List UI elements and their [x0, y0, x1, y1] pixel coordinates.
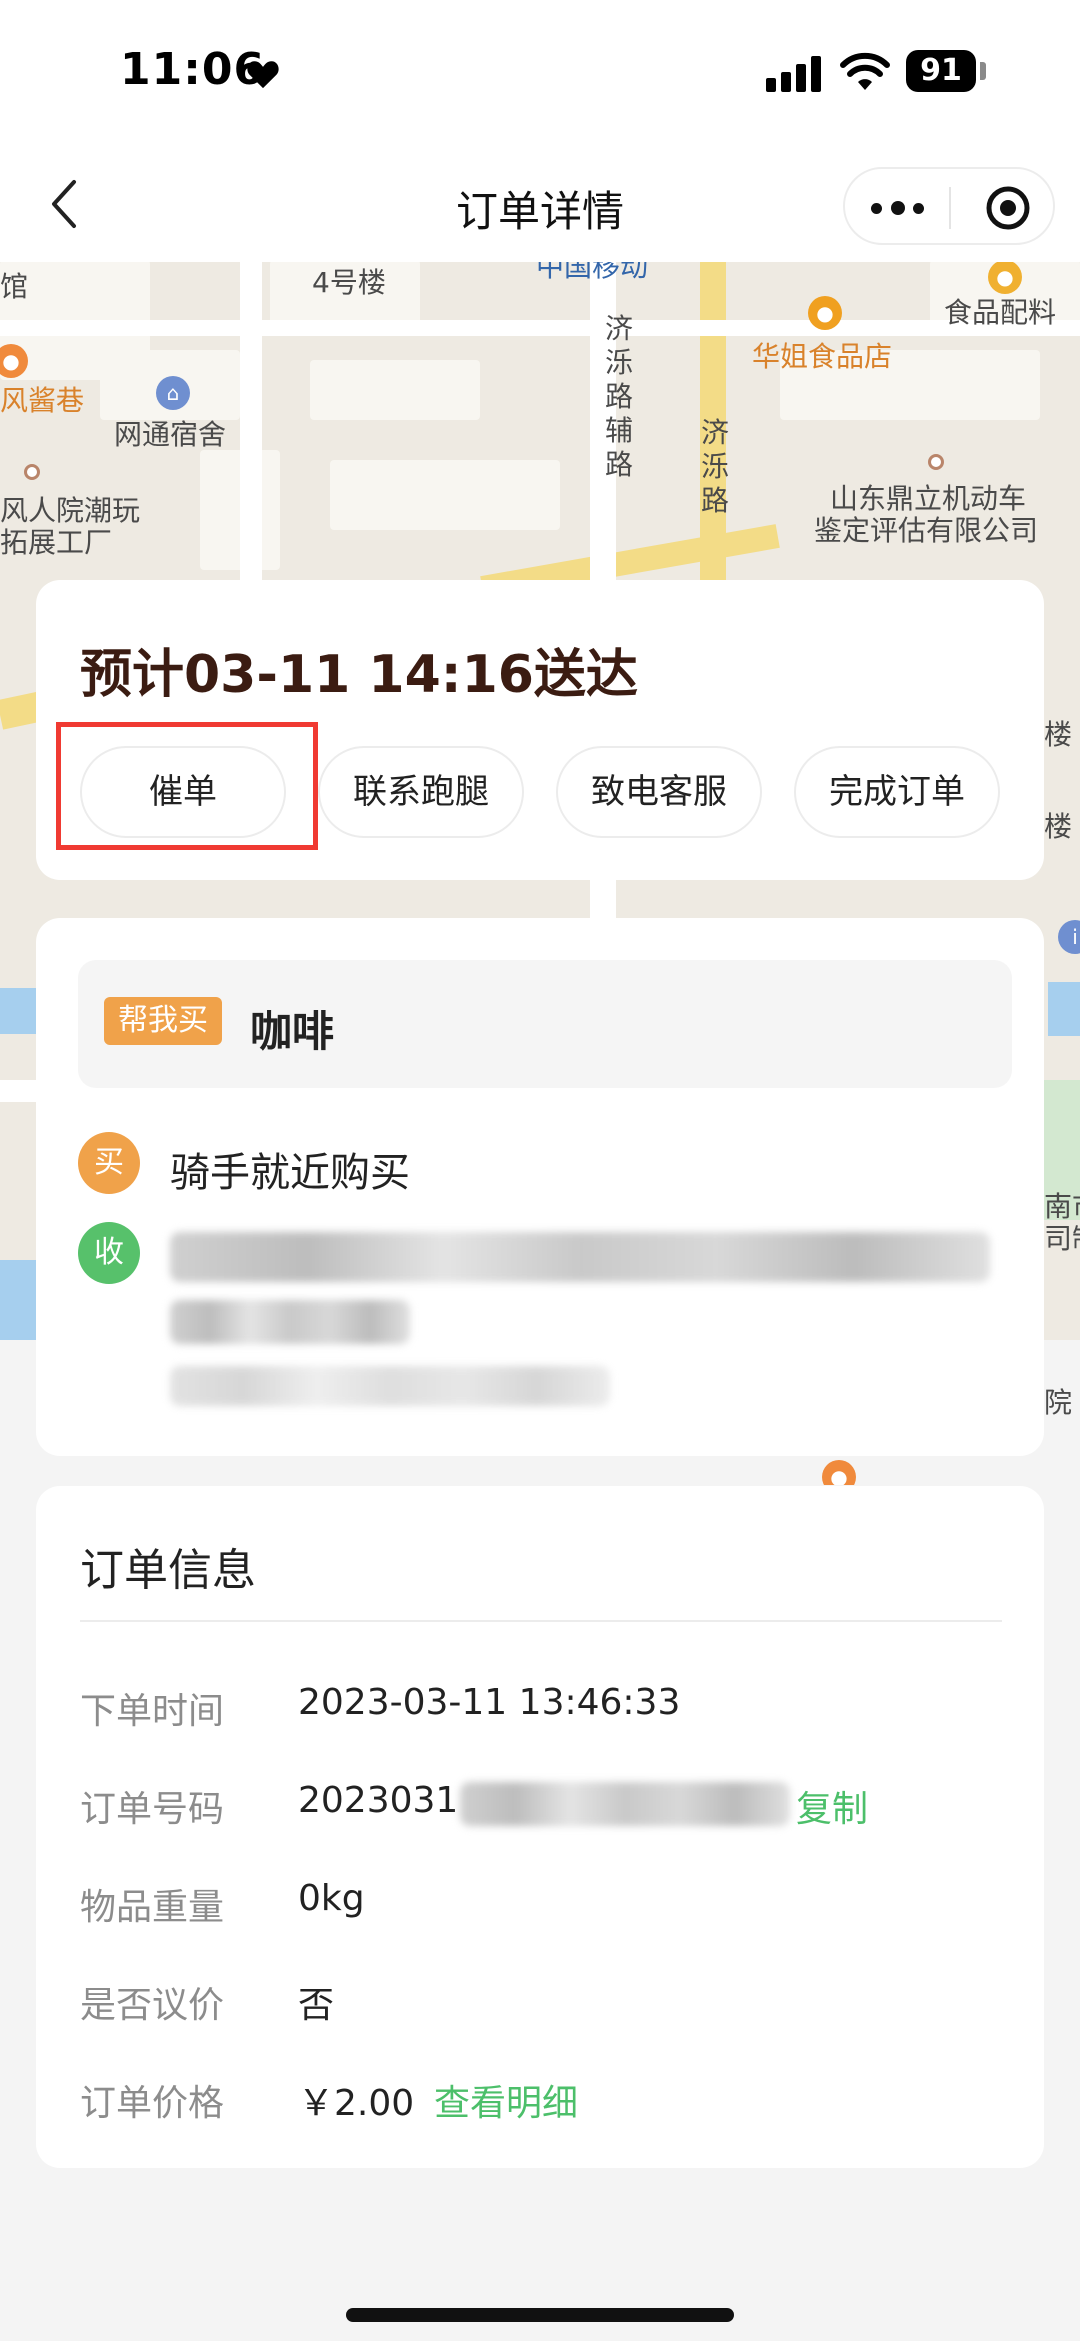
map-label: 食品配料 [944, 296, 1057, 329]
home-indicator[interactable] [346, 2308, 734, 2322]
eta-text: 预计03-11 14:16送达 [80, 645, 638, 705]
buy-badge-icon: 买 [78, 1132, 140, 1194]
order-time-label: 下单时间 [80, 1691, 225, 1732]
divider [80, 1620, 1002, 1622]
miniprogram-capsule [843, 167, 1055, 245]
receive-badge-icon: 收 [78, 1222, 140, 1284]
map-label: 司制 [1044, 1222, 1080, 1255]
order-info-title: 订单信息 [80, 1545, 256, 1596]
map-dot-icon [24, 464, 40, 480]
cellular-signal-icon [766, 56, 822, 92]
map-label: 济泺路 [700, 416, 729, 517]
map-label: 楼 [1044, 810, 1073, 843]
price-value: ￥2.00 [298, 2083, 415, 2124]
price-label: 订单价格 [80, 2083, 225, 2124]
order-time-value: 2023-03-11 13:46:33 [298, 1682, 681, 1723]
map-label: 网通宿舍 [114, 418, 227, 451]
map-label: 济泺路辅路 [604, 312, 633, 481]
goods-name: 咖啡 [250, 1007, 335, 1056]
complete-order-button[interactable]: 完成订单 [794, 746, 1000, 838]
map-label: 华姐食品店 [752, 340, 893, 373]
map-label: 馆 [0, 270, 29, 303]
goods-summary: 帮我买 咖啡 [78, 960, 1012, 1088]
map-label: 风酱巷 [0, 384, 85, 417]
contact-runner-button[interactable]: 联系跑腿 [318, 746, 524, 838]
map-label: 鉴定评估有限公司 [814, 514, 1039, 547]
shop-poi-icon: ● [988, 260, 1022, 294]
more-dots-icon[interactable] [871, 197, 927, 219]
map-label: 楼 [1044, 718, 1073, 751]
close-target-icon[interactable] [985, 185, 1031, 231]
battery-tip [980, 62, 986, 80]
redacted-address [170, 1300, 410, 1344]
map-dot-icon [928, 454, 944, 470]
nav-bar: 订单详情 [0, 150, 1080, 262]
heart-icon [247, 61, 279, 89]
redacted-order-number [460, 1782, 790, 1826]
buy-method-text: 骑手就近购买 [170, 1150, 410, 1196]
map-label: 院 [1044, 1386, 1073, 1419]
buy-for-me-tag: 帮我买 [104, 997, 222, 1045]
status-time: 11:06 [120, 44, 266, 95]
status-bar: 11:06 91 [0, 0, 1080, 150]
weight-label: 物品重量 [80, 1887, 225, 1928]
capsule-divider [949, 187, 951, 229]
highlight-annotation [56, 722, 318, 850]
view-price-details-link[interactable]: 查看明细 [434, 2074, 578, 2126]
negotiable-value: 否 [298, 1985, 335, 2026]
call-service-button[interactable]: 致电客服 [556, 746, 762, 838]
dorm-poi-icon: ⌂ [156, 376, 190, 410]
map-label: 山东鼎立机动车 [830, 482, 1027, 515]
map-label: 中国移动 [536, 260, 649, 283]
negotiable-label: 是否议价 [80, 1985, 225, 2026]
map-label: 风人院潮玩 [0, 494, 141, 527]
weight-value: 0kg [298, 1878, 365, 1919]
redacted-contact [170, 1366, 610, 1406]
copy-order-number-button[interactable]: 复制 [796, 1780, 868, 1832]
map-label: 拓展工厂 [0, 526, 113, 559]
order-number-label: 订单号码 [80, 1789, 225, 1830]
map-label: 南市 [1044, 1190, 1080, 1223]
shop-poi-icon: ● [808, 296, 842, 330]
map-label: 4号楼 [312, 266, 386, 299]
order-number-value: 2023031 [298, 1780, 459, 1821]
info-poi-icon: i [1058, 920, 1080, 954]
battery-icon: 91 [906, 50, 976, 92]
wifi-icon [840, 52, 890, 90]
redacted-address [170, 1232, 990, 1282]
